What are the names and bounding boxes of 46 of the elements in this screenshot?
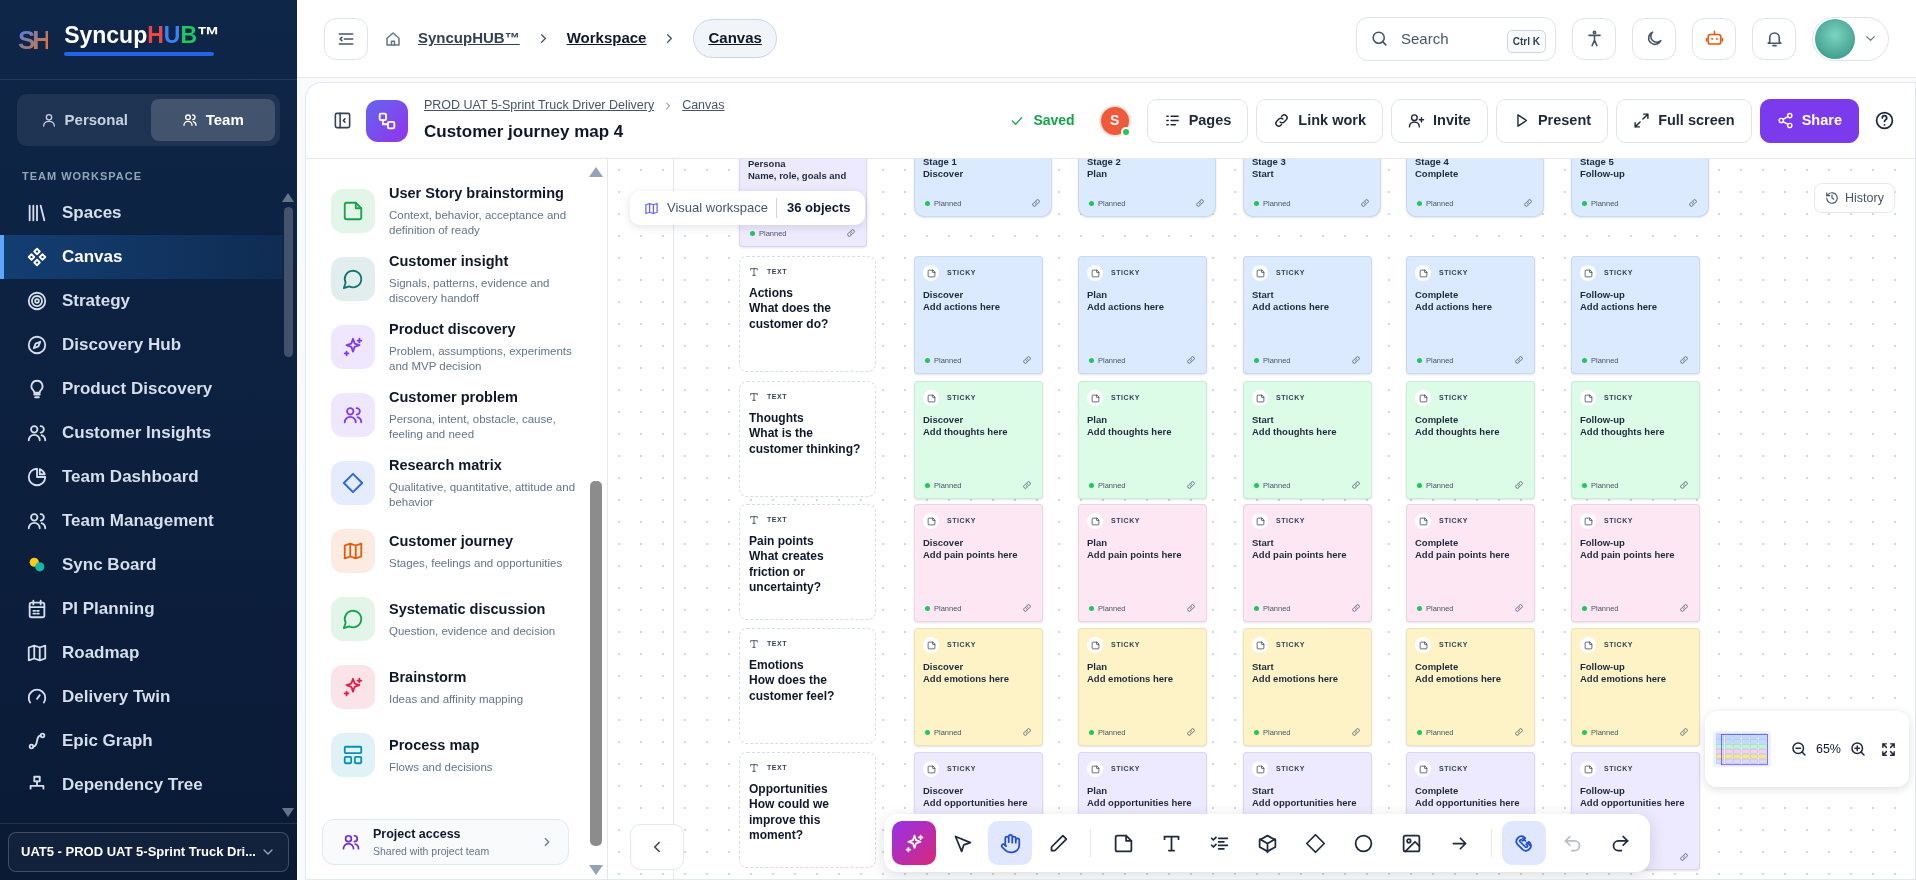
- nav-item[interactable]: Team Management: [0, 498, 283, 543]
- toolbar-button[interactable]: Invite: [1391, 98, 1488, 143]
- nav-item[interactable]: Dependency Tree: [0, 762, 283, 807]
- nav-item[interactable]: Customer Insights: [0, 410, 283, 455]
- canvas-title: Customer journey map 4: [424, 121, 625, 144]
- nav-item[interactable]: Spaces: [0, 190, 283, 235]
- template-item[interactable]: Brainstorm Ideas and affinity mapping: [306, 653, 607, 721]
- toolbar-button[interactable]: Present: [1495, 98, 1609, 143]
- workspace-info: Visual workspace 36 objects: [630, 191, 865, 225]
- breadcrumb-link[interactable]: Workspace: [566, 27, 647, 50]
- save-status: Saved: [1009, 110, 1075, 131]
- breadcrumb-link[interactable]: Canvas: [693, 19, 777, 58]
- nav-item[interactable]: Product Discovery: [0, 366, 283, 411]
- zoom-level: 65%: [1815, 740, 1841, 758]
- toolbar-button[interactable]: Share: [1759, 98, 1859, 143]
- history-button[interactable]: History: [1814, 183, 1895, 213]
- brand-name: SyncupHUB™: [64, 23, 221, 47]
- nav-item[interactable]: PI Planning: [0, 586, 283, 631]
- template-item[interactable]: User Story brainstorming Context, behavior, acceptance and definition of ready: [306, 177, 607, 245]
- section-heading: TEAM WORKSPACE: [22, 169, 143, 184]
- nav-item[interactable]: Canvas: [0, 234, 283, 279]
- nav-item[interactable]: Team Dashboard: [0, 454, 283, 499]
- toolbar-button[interactable]: Link work: [1256, 98, 1384, 143]
- template-item[interactable]: Systematic discussion Question, evidence and decision: [306, 585, 607, 653]
- toolbar-button[interactable]: Full screen: [1616, 98, 1752, 143]
- breadcrumb-link[interactable]: SyncupHUB™: [418, 27, 520, 50]
- project-selector[interactable]: UAT5 - PROD UAT 5-Sprint Truck Dri...: [8, 832, 289, 872]
- breadcrumb-link[interactable]: Canvas: [682, 96, 725, 116]
- nav-item[interactable]: Discovery Hub: [0, 322, 283, 367]
- template-item[interactable]: Customer journey Stages, feelings and opportunities: [306, 517, 607, 585]
- template-item[interactable]: Process map Flows and decisions: [306, 721, 607, 789]
- template-item[interactable]: Customer problem Persona, intent, obstacle, cause, feeling and need: [306, 381, 607, 449]
- template-item[interactable]: Product discovery Problem, assumptions, experiments and MVP decision: [306, 313, 607, 381]
- template-item[interactable]: Customer insight Signals, patterns, evidence and discovery handoff: [306, 245, 607, 313]
- collaborator-avatar: S: [1098, 104, 1131, 137]
- toolbar-button[interactable]: Pages: [1146, 98, 1249, 143]
- nav-item[interactable]: Sync Board: [0, 542, 283, 587]
- nav-item[interactable]: Roadmap: [0, 630, 283, 675]
- breadcrumb-link[interactable]: PROD UAT 5-Sprint Truck Driver Delivery: [424, 96, 655, 116]
- project-access-button[interactable]: Project access Shared with project team: [322, 819, 569, 865]
- nav-item[interactable]: Strategy: [0, 278, 283, 323]
- scope-tab[interactable]: Personal: [22, 99, 147, 141]
- nav-item[interactable]: Epic Graph: [0, 718, 283, 763]
- scope-tab[interactable]: Team: [150, 99, 275, 141]
- template-item[interactable]: Research matrix Qualitative, quantitative, attitude and behavior: [306, 449, 607, 517]
- nav-item[interactable]: Delivery Twin: [0, 674, 283, 719]
